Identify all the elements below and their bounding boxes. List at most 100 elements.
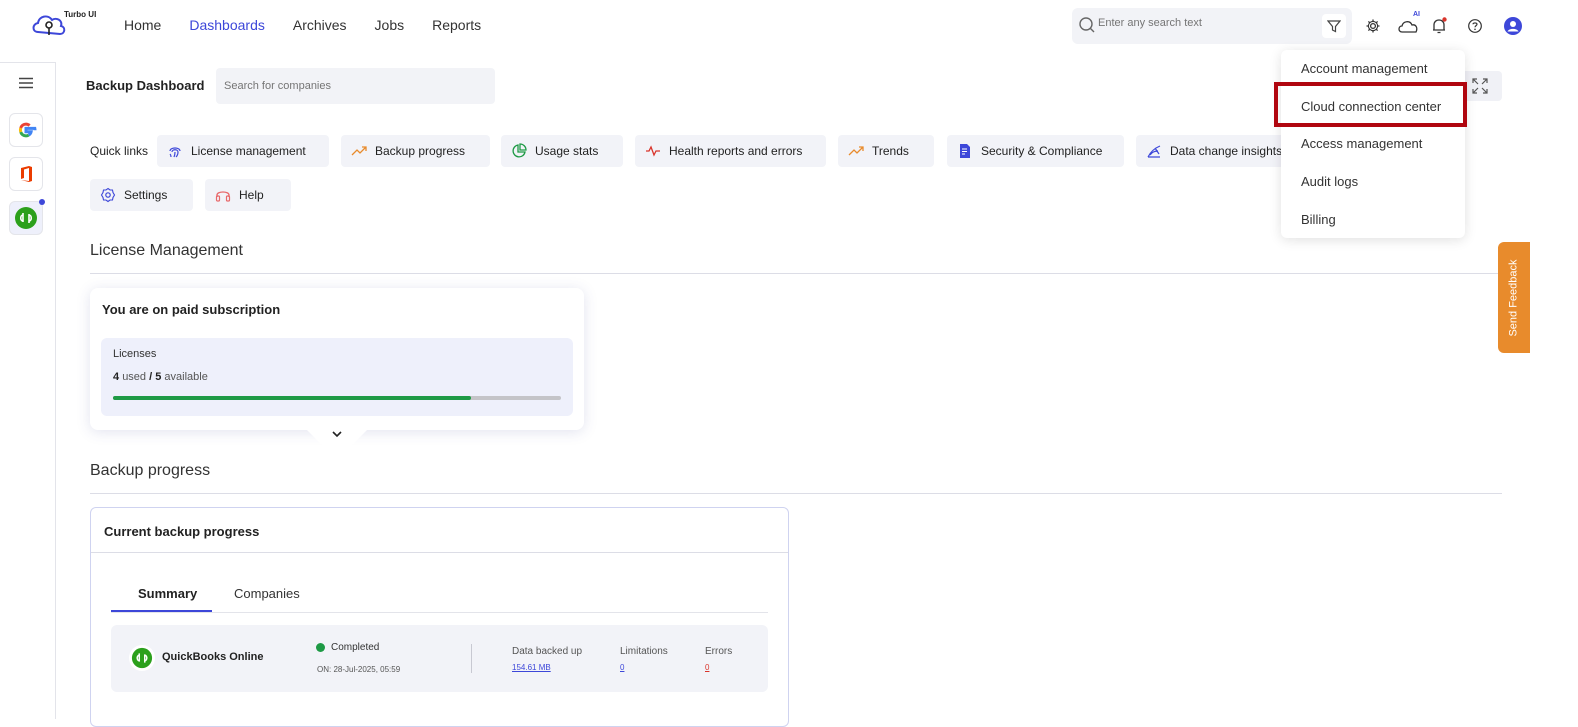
licenses-count: 4 used / 5 available — [113, 371, 208, 383]
nav-jobs[interactable]: Jobs — [375, 17, 405, 33]
quick-link-label: Usage stats — [535, 144, 599, 158]
quick-link-label: Health reports and errors — [669, 144, 803, 158]
gear-icon — [100, 187, 116, 203]
ai-badge: AI — [1413, 11, 1420, 18]
licenses-separator: / — [149, 371, 153, 383]
global-search — [1072, 8, 1352, 44]
quick-link-data-change-insights[interactable]: Data change insights — [1136, 135, 1286, 167]
quick-link-help[interactable]: Help — [205, 179, 291, 211]
quick-link-label: Data change insights — [1170, 144, 1283, 158]
quick-link-label: Trends — [872, 144, 909, 158]
quick-link-trends[interactable]: Trends — [838, 135, 934, 167]
quickbooks-icon — [131, 647, 153, 669]
service-name: QuickBooks Online — [162, 651, 264, 663]
quick-link-health-reports[interactable]: Health reports and errors — [635, 135, 826, 167]
nav-home[interactable]: Home — [124, 17, 161, 33]
user-icon — [1504, 17, 1522, 35]
settings-dropdown-menu: Account management Cloud connection cent… — [1281, 50, 1465, 238]
settings-button[interactable] — [1362, 15, 1384, 37]
menu-item-billing[interactable]: Billing — [1301, 212, 1336, 227]
send-feedback-button[interactable]: Send Feedback — [1498, 242, 1530, 353]
licenses-progress-bar — [113, 396, 561, 400]
licenses-used-word: used — [122, 371, 147, 383]
global-search-input[interactable] — [1098, 17, 1318, 29]
backup-timestamp: ON: 28-Jul-2025, 05:59 — [317, 665, 401, 674]
card-divider — [91, 552, 788, 553]
active-tab-indicator — [111, 610, 212, 612]
filter-icon — [1327, 20, 1341, 33]
quick-link-label: Security & Compliance — [981, 144, 1103, 158]
quick-link-label: Backup progress — [375, 144, 466, 158]
expand-icon — [1472, 78, 1488, 94]
document-shield-icon — [960, 144, 970, 158]
quickbooks-logo — [129, 645, 155, 671]
highlight-box — [1274, 82, 1467, 127]
logo-text: Turbo UI — [64, 10, 97, 19]
user-menu-button[interactable] — [1502, 15, 1524, 37]
office-icon — [21, 166, 32, 182]
ai-cloud-button[interactable]: AI — [1395, 11, 1423, 37]
main-nav: Home Dashboards Archives Jobs Reports — [124, 17, 481, 33]
quickbooks-icon — [15, 207, 37, 229]
send-feedback-label: Send Feedback — [1508, 258, 1520, 337]
dashboard-title: Backup Dashboard — [86, 78, 205, 93]
errors-label: Errors — [705, 646, 733, 657]
licenses-available-word: available — [164, 371, 208, 383]
licenses-label: Licenses — [113, 348, 157, 360]
gear-icon — [1366, 19, 1380, 33]
tab-divider — [111, 612, 768, 613]
backup-card-title: Current backup progress — [104, 524, 260, 539]
quick-link-backup-progress[interactable]: Backup progress — [341, 135, 490, 167]
section-divider — [90, 493, 1502, 494]
limitations-label: Limitations — [620, 646, 668, 657]
company-search-input[interactable] — [216, 68, 495, 104]
headset-icon — [215, 191, 231, 202]
sidebar-item-google[interactable] — [9, 113, 43, 147]
search-icon — [1079, 17, 1095, 33]
trend-up-icon — [351, 146, 367, 156]
radar-icon — [1147, 145, 1161, 158]
notifications-button[interactable] — [1428, 15, 1450, 37]
tab-summary[interactable]: Summary — [138, 586, 197, 601]
nav-reports[interactable]: Reports — [432, 17, 481, 33]
nav-dashboards[interactable]: Dashboards — [189, 17, 265, 33]
quick-link-security-compliance[interactable]: Security & Compliance — [947, 135, 1124, 167]
data-backed-up-link[interactable]: 154.61 MB — [512, 663, 551, 672]
menu-item-account-management[interactable]: Account management — [1301, 61, 1427, 76]
help-icon — [1468, 19, 1482, 33]
licenses-used-value: 4 — [113, 371, 120, 383]
quick-link-label: License management — [191, 144, 306, 158]
filter-button[interactable] — [1322, 14, 1346, 38]
sidebar-item-office[interactable] — [9, 157, 43, 191]
nav-archives[interactable]: Archives — [293, 17, 347, 33]
limitations-link[interactable]: 0 — [620, 663, 624, 672]
status-text: Completed — [331, 642, 380, 653]
backup-progress-card: Current backup progress Summary Companie… — [90, 507, 789, 727]
section-divider — [90, 273, 1502, 274]
menu-item-audit-logs[interactable]: Audit logs — [1301, 174, 1358, 189]
ai-cloud-icon — [1398, 21, 1418, 33]
trend-up-icon — [848, 146, 864, 156]
license-card: You are on paid subscription Licenses 4 … — [90, 288, 584, 430]
quick-link-usage-stats[interactable]: Usage stats — [501, 135, 623, 167]
backup-section-title: Backup progress — [90, 462, 211, 479]
help-button[interactable] — [1464, 15, 1486, 37]
tab-companies[interactable]: Companies — [234, 586, 300, 601]
quick-link-label: Help — [239, 188, 264, 202]
license-card-collapse-tab[interactable] — [305, 428, 369, 448]
errors-link[interactable]: 0 — [705, 663, 709, 672]
backup-row[interactable]: QuickBooks Online Completed ON: 28-Jul-2… — [111, 625, 768, 692]
sidebar-item-quickbooks[interactable] — [9, 199, 45, 235]
license-card-title: You are on paid subscription — [102, 302, 281, 317]
quickbooks-indicator-dot — [39, 199, 45, 205]
backup-status: Completed — [316, 642, 379, 653]
quick-link-label: Settings — [124, 188, 168, 202]
row-separator — [471, 644, 472, 673]
menu-item-access-management[interactable]: Access management — [1301, 136, 1422, 151]
top-bar: Turbo UI Home Dashboards Archives Jobs R… — [0, 0, 1578, 54]
quick-link-settings[interactable]: Settings — [90, 179, 193, 211]
menu-icon[interactable] — [18, 77, 34, 89]
license-section-title: License Management — [90, 242, 243, 259]
quick-link-license-management[interactable]: License management — [157, 135, 329, 167]
fingerprint-icon — [169, 147, 181, 158]
